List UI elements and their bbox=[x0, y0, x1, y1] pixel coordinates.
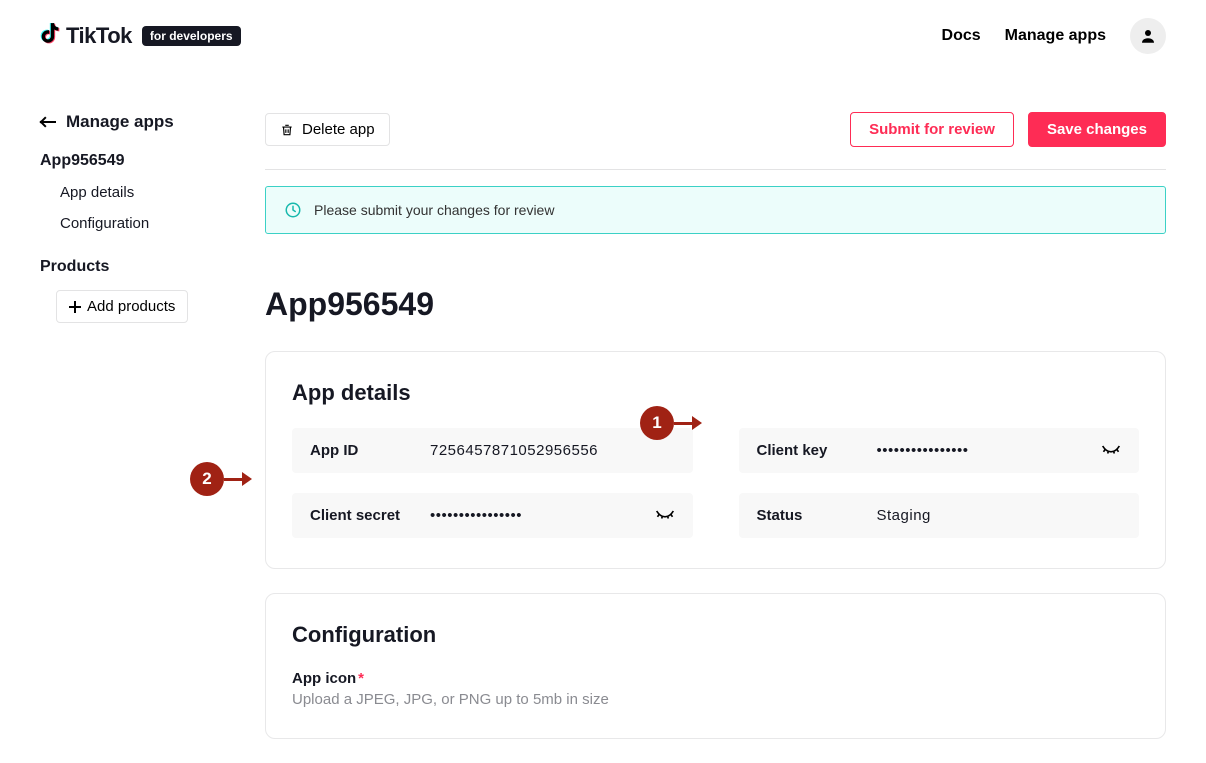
sidebar-item-app-details[interactable]: App details bbox=[40, 184, 225, 201]
main: Delete app Submit for review Save change… bbox=[225, 72, 1206, 763]
divider bbox=[265, 169, 1166, 170]
add-products-button[interactable]: Add products bbox=[56, 290, 188, 323]
top-actions: Delete app Submit for review Save change… bbox=[265, 112, 1166, 147]
annotation-marker-1: 1 bbox=[640, 406, 702, 440]
configuration-title: Configuration bbox=[292, 622, 1139, 648]
trash-icon bbox=[280, 123, 294, 137]
app-details-card: App details App ID 7256457871052956556 C… bbox=[265, 351, 1166, 569]
app-id-value: 7256457871052956556 bbox=[430, 442, 598, 459]
back-manage-apps[interactable]: Manage apps bbox=[40, 112, 225, 132]
clock-icon bbox=[284, 201, 302, 219]
save-changes-button[interactable]: Save changes bbox=[1028, 112, 1166, 147]
client-secret-value: •••••••••••••••• bbox=[430, 507, 522, 524]
review-notice: Please submit your changes for review bbox=[265, 186, 1166, 234]
sidebar: Manage apps App956549 App details Config… bbox=[0, 72, 225, 763]
status-cell: Status Staging bbox=[739, 493, 1140, 538]
nav-docs[interactable]: Docs bbox=[942, 27, 981, 45]
marker-2-circle: 2 bbox=[190, 462, 224, 496]
nav-manage-apps[interactable]: Manage apps bbox=[1005, 27, 1106, 45]
configuration-card: Configuration App icon* Upload a JPEG, J… bbox=[265, 593, 1166, 739]
plus-icon bbox=[69, 301, 81, 313]
arrow-left-icon bbox=[40, 121, 56, 123]
for-developers-badge: for developers bbox=[142, 26, 241, 46]
sidebar-item-configuration[interactable]: Configuration bbox=[40, 215, 225, 232]
annotation-marker-2: 2 bbox=[190, 462, 252, 496]
client-secret-cell: Client secret •••••••••••••••• bbox=[292, 493, 693, 538]
eye-closed-icon bbox=[1101, 444, 1121, 458]
reveal-client-secret-button[interactable] bbox=[655, 509, 675, 523]
back-label: Manage apps bbox=[66, 112, 174, 132]
app-id-cell: App ID 7256457871052956556 bbox=[292, 428, 693, 473]
sidebar-app-name[interactable]: App956549 bbox=[40, 152, 225, 170]
app-id-label: App ID bbox=[310, 442, 430, 459]
status-label: Status bbox=[757, 507, 877, 524]
status-value: Staging bbox=[877, 507, 931, 524]
avatar[interactable] bbox=[1130, 18, 1166, 54]
delete-app-button[interactable]: Delete app bbox=[265, 113, 390, 146]
tiktok-note-icon bbox=[40, 23, 60, 50]
required-asterisk: * bbox=[358, 670, 364, 687]
delete-app-label: Delete app bbox=[302, 121, 375, 138]
client-key-value: •••••••••••••••• bbox=[877, 442, 969, 459]
reveal-client-key-button[interactable] bbox=[1101, 444, 1121, 458]
brand-text: TikTok bbox=[66, 23, 132, 49]
add-products-label: Add products bbox=[87, 298, 175, 315]
client-key-label: Client key bbox=[757, 442, 877, 459]
sidebar-products-heading: Products bbox=[40, 258, 225, 276]
app-icon-label: App icon* bbox=[292, 670, 1139, 687]
eye-closed-icon bbox=[655, 509, 675, 523]
client-secret-label: Client secret bbox=[310, 507, 430, 524]
submit-for-review-button[interactable]: Submit for review bbox=[850, 112, 1014, 147]
logo[interactable]: TikTok for developers bbox=[40, 23, 241, 50]
person-icon bbox=[1139, 27, 1157, 45]
client-key-cell: Client key •••••••••••••••• bbox=[739, 428, 1140, 473]
app-icon-label-text: App icon bbox=[292, 670, 356, 687]
header: TikTok for developers Docs Manage apps bbox=[0, 0, 1206, 72]
app-details-title: App details bbox=[292, 380, 1139, 406]
page-title: App956549 bbox=[265, 286, 1166, 323]
marker-1-circle: 1 bbox=[640, 406, 674, 440]
notice-text: Please submit your changes for review bbox=[314, 202, 554, 218]
